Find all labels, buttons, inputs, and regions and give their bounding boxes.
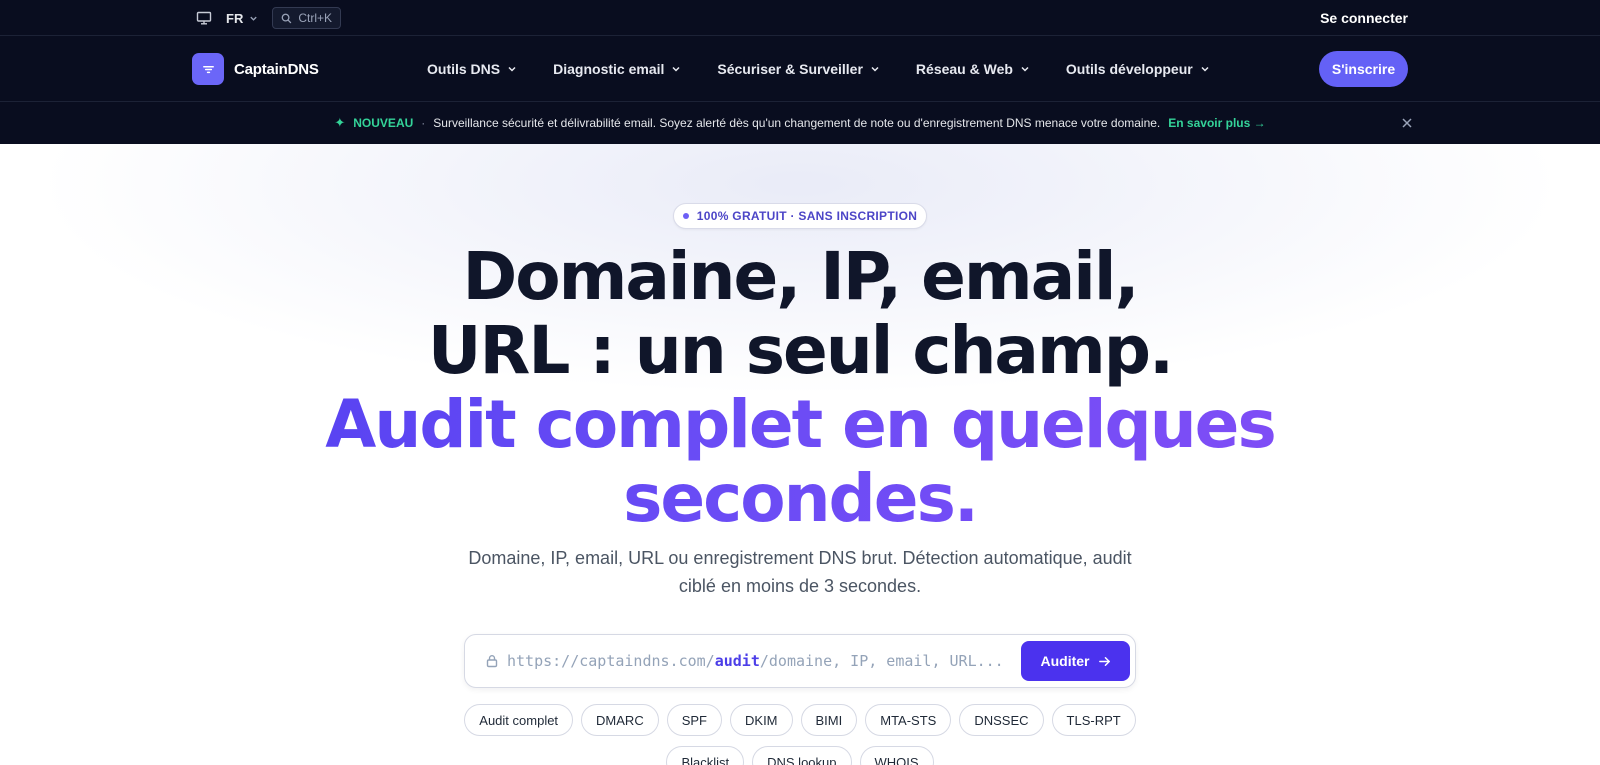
brand-link[interactable]: CaptainDNS: [192, 53, 319, 85]
language-selector[interactable]: FR: [226, 11, 258, 26]
search-shortcut-button[interactable]: Ctrl+K: [272, 7, 342, 29]
login-link[interactable]: Se connecter: [1320, 0, 1408, 36]
chevron-down-icon: [508, 66, 516, 72]
chip-bimi[interactable]: BIMI: [800, 704, 858, 736]
hero-subtitle: Domaine, IP, email, URL ou enregistremen…: [468, 548, 1132, 596]
nav-item-label: Sécuriser & Surveiller: [717, 61, 863, 77]
language-label: FR: [226, 10, 244, 26]
search-icon: [281, 13, 292, 23]
announcement-learn-more-link[interactable]: En savoir plus →: [1168, 116, 1265, 130]
chip-audit-complet[interactable]: Audit complet: [464, 704, 574, 736]
headline-line-2: URL : un seul champ.: [427, 312, 1174, 389]
url-placeholder: /domaine, IP, email, URL...: [759, 652, 1004, 670]
audit-search-input[interactable]: https://captaindns.com/audit/domaine, IP…: [507, 635, 1004, 687]
announcement-separator: ·: [421, 116, 426, 130]
monitor-icon[interactable]: [196, 10, 212, 26]
chip-row-1: Audit complet DMARC SPF DKIM BIMI MTA-ST…: [0, 704, 1600, 736]
chip-dnssec[interactable]: DNSSEC: [959, 704, 1044, 736]
nav-menu: Outils DNS Diagnostic email Sécuriser & …: [427, 36, 1246, 102]
free-badge: 100% GRATUIT · SANS INSCRIPTION: [673, 203, 927, 229]
lock-icon: [486, 655, 498, 668]
chip-dns-lookup[interactable]: DNS lookup: [752, 746, 852, 765]
url-highlight: audit: [714, 652, 760, 670]
chip-dmarc[interactable]: DMARC: [581, 704, 659, 736]
chip-blacklist[interactable]: Blacklist: [666, 746, 745, 765]
chevron-down-icon: [672, 66, 680, 72]
hero-headline: Domaine, IP, email, URL : un seul champ.…: [0, 240, 1600, 536]
chevron-down-icon: [1201, 66, 1209, 72]
announcement-message: Surveillance sécurité et délivrabilité e…: [433, 116, 1161, 130]
sparkle-icon: ✦: [334, 115, 346, 130]
url-prefix: https://captaindns.com/: [507, 652, 715, 670]
chip-mta-sts[interactable]: MTA-STS: [865, 704, 952, 736]
audit-search-box[interactable]: https://captaindns.com/audit/domaine, IP…: [464, 634, 1136, 688]
audit-type-chips: Audit complet DMARC SPF DKIM BIMI MTA-ST…: [0, 704, 1600, 765]
chevron-down-icon: [1021, 66, 1029, 72]
chevron-down-icon: [871, 66, 879, 72]
nav-item-reseau-web[interactable]: Réseau & Web: [916, 61, 1030, 77]
headline-accent-line-2: secondes.: [0, 462, 1600, 536]
announcement-banner: ✦ NOUVEAU · Surveillance sécurité et dél…: [0, 102, 1600, 144]
utility-bar: FR Ctrl+K Se connecter: [0, 0, 1600, 36]
chevron-down-icon: [250, 16, 258, 21]
nav-item-diagnostic-email[interactable]: Diagnostic email: [553, 61, 681, 77]
close-icon[interactable]: [1400, 116, 1414, 130]
headline-line-1: Domaine, IP, email,: [462, 238, 1139, 315]
main-nav: CaptainDNS Outils DNS Diagnostic email S…: [0, 36, 1600, 102]
chip-whois[interactable]: WHOIS: [859, 746, 934, 765]
audit-button-label: Auditer: [1040, 653, 1090, 669]
badge-label: 100% GRATUIT · SANS INSCRIPTION: [696, 209, 918, 223]
chip-spf[interactable]: SPF: [666, 704, 723, 736]
chip-dkim[interactable]: DKIM: [730, 704, 793, 736]
nav-item-securiser-surveiller[interactable]: Sécuriser & Surveiller: [717, 61, 880, 77]
nav-item-label: Diagnostic email: [553, 61, 665, 77]
search-shortcut-label: Ctrl+K: [298, 11, 333, 25]
chip-row-2: Blacklist DNS lookup WHOIS: [0, 746, 1600, 765]
brand-name: CaptainDNS: [234, 60, 319, 78]
utility-left: FR Ctrl+K: [196, 0, 342, 36]
logo-icon: [192, 53, 224, 85]
headline-accent-line-1: Audit complet en quelques: [0, 388, 1600, 462]
hero-section: 100% GRATUIT · SANS INSCRIPTION Domaine,…: [0, 144, 1600, 765]
nav-item-label: Réseau & Web: [915, 61, 1013, 77]
signup-button[interactable]: S'inscrire: [1319, 51, 1408, 87]
announcement-tag: NOUVEAU: [353, 116, 414, 130]
badge-dot-icon: [682, 213, 689, 219]
arrow-right-icon: [1098, 656, 1110, 666]
nav-item-label: Outils DNS: [427, 61, 501, 77]
nav-item-outils-dns[interactable]: Outils DNS: [427, 61, 517, 77]
chip-tls-rpt[interactable]: TLS-RPT: [1051, 704, 1136, 736]
audit-button[interactable]: Auditer: [1021, 641, 1130, 681]
nav-item-label: Outils développeur: [1065, 61, 1193, 77]
nav-item-outils-developpeur[interactable]: Outils développeur: [1066, 61, 1210, 77]
